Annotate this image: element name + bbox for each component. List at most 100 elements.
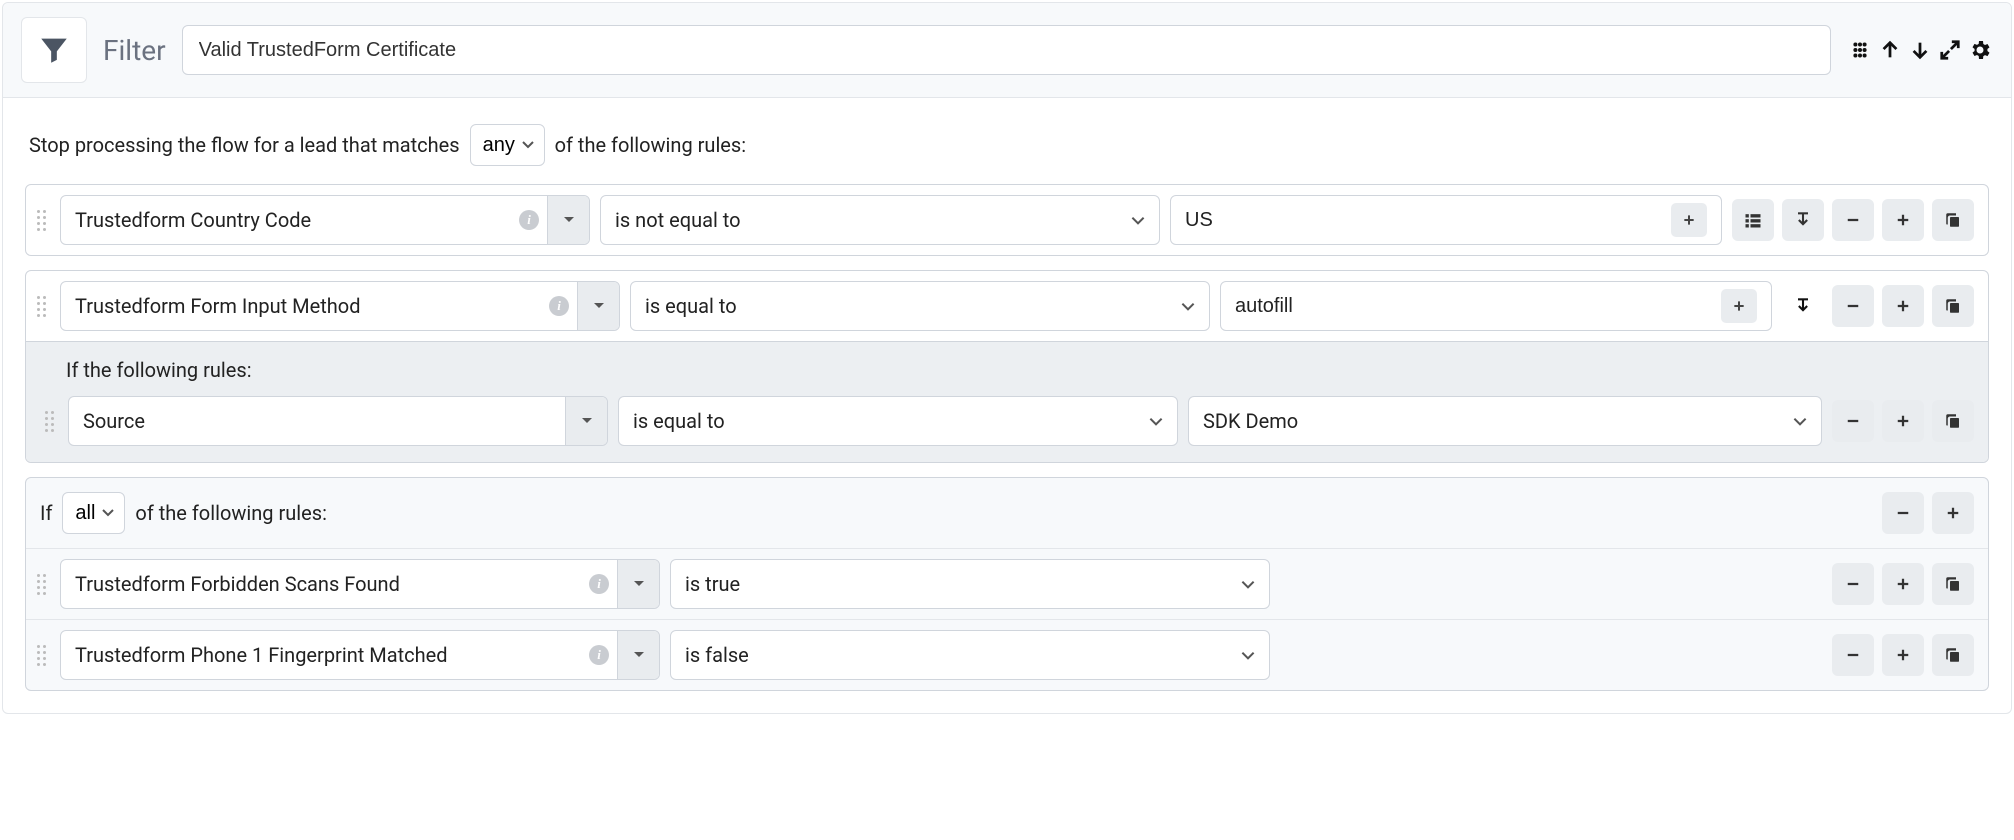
chevron-down-icon[interactable] — [577, 282, 619, 330]
remove-icon[interactable] — [1832, 400, 1874, 442]
rule-row: Trustedform Country Code i is not equal … — [26, 185, 1988, 255]
rule-block: Trustedform Form Input Method i is equal… — [25, 270, 1989, 463]
rule-row: Trustedform Form Input Method i is equal… — [26, 271, 1988, 341]
move-down-icon[interactable] — [1907, 37, 1933, 63]
add-icon[interactable] — [1932, 492, 1974, 534]
group-after: of the following rules: — [135, 501, 327, 525]
row-actions — [1732, 199, 1974, 241]
step-title-input[interactable] — [182, 25, 1831, 75]
match-mode-select[interactable]: any — [470, 124, 545, 166]
operator-select[interactable]: is true — [670, 559, 1270, 609]
list-icon[interactable] — [1732, 199, 1774, 241]
group-mode-select[interactable]: all — [62, 492, 125, 534]
add-value-icon[interactable] — [1671, 203, 1707, 237]
chevron-down-icon[interactable] — [617, 560, 659, 608]
group-intro: If all of the following rules: — [40, 492, 327, 534]
copy-icon[interactable] — [1932, 199, 1974, 241]
remove-icon[interactable] — [1832, 563, 1874, 605]
sub-rules-title: If the following rules: — [66, 358, 1974, 382]
field-select[interactable]: Trustedform Country Code i — [60, 195, 590, 245]
row-actions — [1782, 285, 1974, 327]
chevron-down-icon — [1241, 580, 1255, 589]
drag-handle-icon[interactable] — [32, 641, 50, 670]
step-header: Filter — [3, 3, 2011, 98]
move-up-icon[interactable] — [1877, 37, 1903, 63]
add-icon[interactable] — [1882, 400, 1924, 442]
field-label: Trustedform Phone 1 Fingerprint Matched — [75, 643, 581, 667]
group-before: If — [40, 501, 52, 525]
operator-select[interactable]: is equal to — [618, 396, 1178, 446]
rule-group: If all of the following rules: — [25, 477, 1989, 691]
chevron-down-icon — [1181, 302, 1195, 311]
field-label: Source — [83, 409, 565, 433]
value-label: SDK Demo — [1203, 409, 1298, 433]
field-select[interactable]: Trustedform Form Input Method i — [60, 281, 620, 331]
field-select[interactable]: Source — [68, 396, 608, 446]
copy-icon[interactable] — [1932, 285, 1974, 327]
drag-grid-icon[interactable] — [1847, 37, 1873, 63]
sub-rule-row: Source is equal to SDK Demo — [40, 396, 1974, 446]
info-icon[interactable]: i — [589, 574, 609, 594]
drag-handle-icon[interactable] — [32, 206, 50, 235]
drag-handle-icon[interactable] — [40, 407, 58, 436]
step-type-label: Filter — [103, 34, 166, 67]
copy-icon[interactable] — [1932, 563, 1974, 605]
operator-select[interactable]: is equal to — [630, 281, 1210, 331]
add-icon[interactable] — [1882, 563, 1924, 605]
chevron-down-icon — [1131, 216, 1145, 225]
value-input-wrap — [1170, 195, 1722, 245]
insert-below-icon[interactable] — [1782, 285, 1824, 327]
remove-icon[interactable] — [1832, 199, 1874, 241]
remove-icon[interactable] — [1832, 285, 1874, 327]
operator-select[interactable]: is false — [670, 630, 1270, 680]
row-actions — [1832, 400, 1974, 442]
operator-label: is true — [685, 572, 740, 596]
operator-label: is not equal to — [615, 208, 741, 232]
filter-step-panel: Filter Stop processing the flow for a le… — [2, 2, 2012, 714]
field-label: Trustedform Country Code — [75, 208, 511, 232]
header-actions — [1847, 37, 1993, 63]
rule-row: Trustedform Phone 1 Fingerprint Matched … — [26, 620, 1988, 690]
group-actions — [1882, 492, 1974, 534]
add-value-icon[interactable] — [1721, 289, 1757, 323]
intro-before: Stop processing the flow for a lead that… — [29, 133, 460, 157]
value-input-wrap — [1220, 281, 1772, 331]
info-icon[interactable]: i — [549, 296, 569, 316]
remove-icon[interactable] — [1832, 634, 1874, 676]
intro-line: Stop processing the flow for a lead that… — [29, 124, 1989, 166]
expand-icon[interactable] — [1937, 37, 1963, 63]
drag-handle-icon[interactable] — [32, 570, 50, 599]
info-icon[interactable]: i — [519, 210, 539, 230]
add-icon[interactable] — [1882, 199, 1924, 241]
add-icon[interactable] — [1882, 634, 1924, 676]
copy-icon[interactable] — [1932, 634, 1974, 676]
chevron-down-icon[interactable] — [547, 196, 589, 244]
rule-row: Trustedform Forbidden Scans Found i is t… — [26, 549, 1988, 620]
insert-below-icon[interactable] — [1782, 199, 1824, 241]
group-header: If all of the following rules: — [26, 478, 1988, 549]
add-icon[interactable] — [1882, 285, 1924, 327]
operator-select[interactable]: is not equal to — [600, 195, 1160, 245]
row-actions — [1832, 563, 1974, 605]
value-input[interactable] — [1235, 295, 1713, 318]
field-select[interactable]: Trustedform Forbidden Scans Found i — [60, 559, 660, 609]
sub-rules-section: If the following rules: Source is equal … — [26, 341, 1988, 462]
value-input[interactable] — [1185, 209, 1663, 232]
operator-label: is equal to — [633, 409, 725, 433]
operator-label: is equal to — [645, 294, 737, 318]
info-icon[interactable]: i — [589, 645, 609, 665]
drag-handle-icon[interactable] — [32, 292, 50, 321]
step-body: Stop processing the flow for a lead that… — [3, 98, 2011, 713]
gear-icon[interactable] — [1967, 37, 1993, 63]
rule-block: Trustedform Country Code i is not equal … — [25, 184, 1989, 256]
chevron-down-icon — [1793, 417, 1807, 426]
copy-icon[interactable] — [1932, 400, 1974, 442]
intro-after: of the following rules: — [555, 133, 747, 157]
remove-icon[interactable] — [1882, 492, 1924, 534]
chevron-down-icon[interactable] — [617, 631, 659, 679]
chevron-down-icon[interactable] — [565, 397, 607, 445]
field-select[interactable]: Trustedform Phone 1 Fingerprint Matched … — [60, 630, 660, 680]
chevron-down-icon — [1149, 417, 1163, 426]
value-select[interactable]: SDK Demo — [1188, 396, 1822, 446]
field-label: Trustedform Forbidden Scans Found — [75, 572, 581, 596]
